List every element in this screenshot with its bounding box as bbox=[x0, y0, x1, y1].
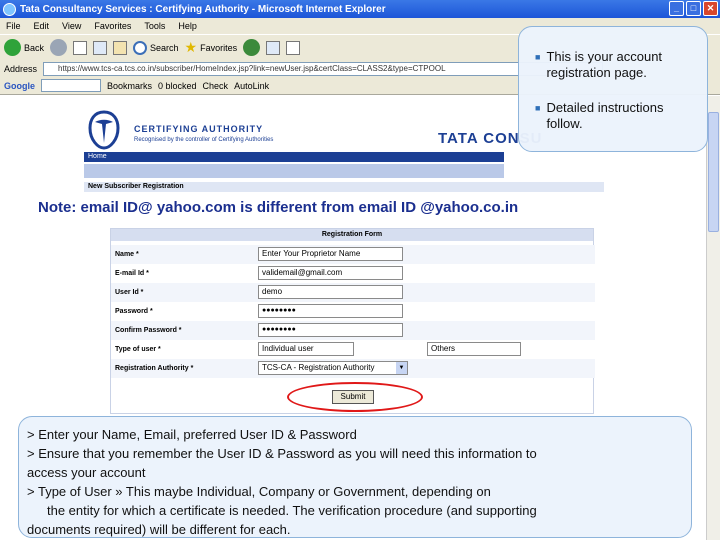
home-icon[interactable] bbox=[113, 40, 128, 55]
search-button[interactable]: Search bbox=[133, 40, 179, 55]
confirm-password-input[interactable]: ●●●●●●●● bbox=[258, 323, 403, 337]
tata-logo-icon bbox=[88, 110, 120, 150]
instruction-line-5: the entity for which a certificate is ne… bbox=[47, 503, 537, 518]
user-type-value: Individual user bbox=[262, 344, 314, 353]
vertical-scrollbar[interactable] bbox=[706, 96, 720, 540]
google-autolink[interactable]: AutoLink bbox=[234, 81, 269, 91]
mail-icon[interactable] bbox=[266, 40, 281, 55]
password-label: Password * bbox=[115, 308, 153, 315]
address-label: Address bbox=[4, 63, 38, 74]
email-input[interactable]: validemail@gmail.com bbox=[258, 266, 403, 280]
google-bookmarks[interactable]: Bookmarks bbox=[107, 81, 152, 91]
name-input[interactable]: Enter Your Proprietor Name bbox=[258, 247, 403, 261]
password-input[interactable]: ●●●●●●●● bbox=[258, 304, 403, 318]
row-email: E-mail Id * validemail@gmail.com bbox=[111, 264, 595, 283]
maximize-button[interactable]: □ bbox=[686, 1, 701, 16]
email-note: Note: email ID@ yahoo.com is different f… bbox=[38, 199, 519, 216]
close-button[interactable]: ✕ bbox=[703, 1, 718, 16]
callout-intro-item: ■ Detailed instructions follow. bbox=[535, 100, 697, 132]
history-icon[interactable] bbox=[243, 39, 261, 56]
user-type-select[interactable]: Individual user bbox=[258, 342, 354, 356]
email-label: E-mail Id * bbox=[115, 270, 149, 277]
minimize-button[interactable]: _ bbox=[669, 1, 684, 16]
instruction-line-3: access your account bbox=[27, 465, 146, 480]
instruction-line-4: > Type of User » This maybe Individual, … bbox=[27, 484, 491, 499]
menu-edit[interactable]: Edit bbox=[34, 21, 50, 31]
row-registration-authority: Registration Authority * TCS-CA - Regist… bbox=[111, 359, 595, 378]
refresh-icon[interactable] bbox=[93, 40, 108, 55]
favorites-button[interactable]: ★ Favorites bbox=[185, 39, 238, 56]
row-userid: User Id * demo bbox=[111, 283, 595, 302]
print-icon[interactable] bbox=[286, 40, 301, 55]
registration-authority-label: Registration Authority * bbox=[115, 365, 194, 372]
instruction-line-1: > Enter your Name, Email, preferred User… bbox=[27, 427, 357, 442]
name-label: Name * bbox=[115, 251, 139, 258]
google-logo: Google bbox=[4, 80, 35, 91]
callout-intro: ■ This is your account registration page… bbox=[518, 26, 708, 152]
others-value: Others bbox=[431, 344, 456, 353]
row-confirm-password: Confirm Password * ●●●●●●●● bbox=[111, 321, 595, 340]
row-user-type: Type of user * Individual user Others bbox=[111, 340, 595, 359]
userid-input[interactable]: demo bbox=[258, 285, 403, 299]
ca-subtitle: Recognised by the controller of Certifyi… bbox=[134, 137, 274, 143]
header-strip bbox=[84, 164, 504, 178]
callout-intro-text-1: This is your account registration page. bbox=[546, 49, 663, 80]
google-search-input[interactable] bbox=[41, 79, 101, 92]
star-icon: ★ bbox=[184, 39, 198, 55]
user-type-label: Type of user * bbox=[115, 346, 161, 353]
callout-intro-item: ■ This is your account registration page… bbox=[535, 49, 697, 81]
back-arrow-icon bbox=[4, 39, 21, 56]
form-heading: Registration Form bbox=[111, 229, 593, 241]
nav-home-link[interactable]: Home bbox=[84, 152, 504, 162]
window-controls: _ □ ✕ bbox=[669, 1, 718, 16]
instruction-line-2: > Ensure that you remember the User ID &… bbox=[27, 446, 537, 461]
menu-favorites[interactable]: Favorites bbox=[94, 21, 131, 31]
row-password: Password * ●●●●●●●● bbox=[111, 302, 595, 321]
window-title: Tata Consultancy Services : Certifying A… bbox=[20, 3, 386, 15]
userid-label: User Id * bbox=[115, 289, 144, 296]
registration-authority-value: TCS-CA - Registration Authority bbox=[262, 363, 375, 372]
others-input[interactable]: Others bbox=[427, 342, 521, 356]
registration-authority-select[interactable]: TCS-CA - Registration Authority ▼ bbox=[258, 361, 408, 375]
chevron-down-icon: ▼ bbox=[396, 362, 407, 374]
google-popups-blocked[interactable]: 0 blocked bbox=[158, 81, 197, 91]
callout-instructions: > Enter your Name, Email, preferred User… bbox=[18, 416, 692, 538]
callout-intro-text-2: Detailed instructions follow. bbox=[546, 100, 664, 131]
google-check[interactable]: Check bbox=[203, 81, 229, 91]
row-name: Name * Enter Your Proprietor Name bbox=[111, 245, 595, 264]
bullet-icon: ■ bbox=[535, 103, 541, 113]
window-titlebar: Tata Consultancy Services : Certifying A… bbox=[0, 0, 720, 18]
menu-view[interactable]: View bbox=[62, 21, 81, 31]
instruction-line-6: documents required) will be different fo… bbox=[27, 522, 291, 537]
back-button[interactable]: Back bbox=[4, 39, 44, 56]
bullet-icon: ■ bbox=[535, 52, 541, 62]
ca-title: CERTIFYING AUTHORITY bbox=[134, 124, 264, 134]
menu-file[interactable]: File bbox=[6, 21, 21, 31]
menu-tools[interactable]: Tools bbox=[144, 21, 165, 31]
favorites-label: Favorites bbox=[200, 42, 238, 53]
forward-button[interactable] bbox=[50, 39, 68, 56]
menu-help[interactable]: Help bbox=[178, 21, 197, 31]
confirm-password-label: Confirm Password * bbox=[115, 327, 182, 334]
scrollbar-thumb[interactable] bbox=[708, 112, 719, 232]
back-label: Back bbox=[24, 42, 45, 53]
section-title: New Subscriber Registration bbox=[84, 182, 604, 192]
submit-highlight-ring bbox=[287, 382, 423, 412]
internet-explorer-icon bbox=[3, 2, 16, 16]
stop-icon[interactable] bbox=[73, 40, 88, 55]
search-label: Search bbox=[150, 42, 179, 53]
search-icon bbox=[133, 40, 148, 55]
